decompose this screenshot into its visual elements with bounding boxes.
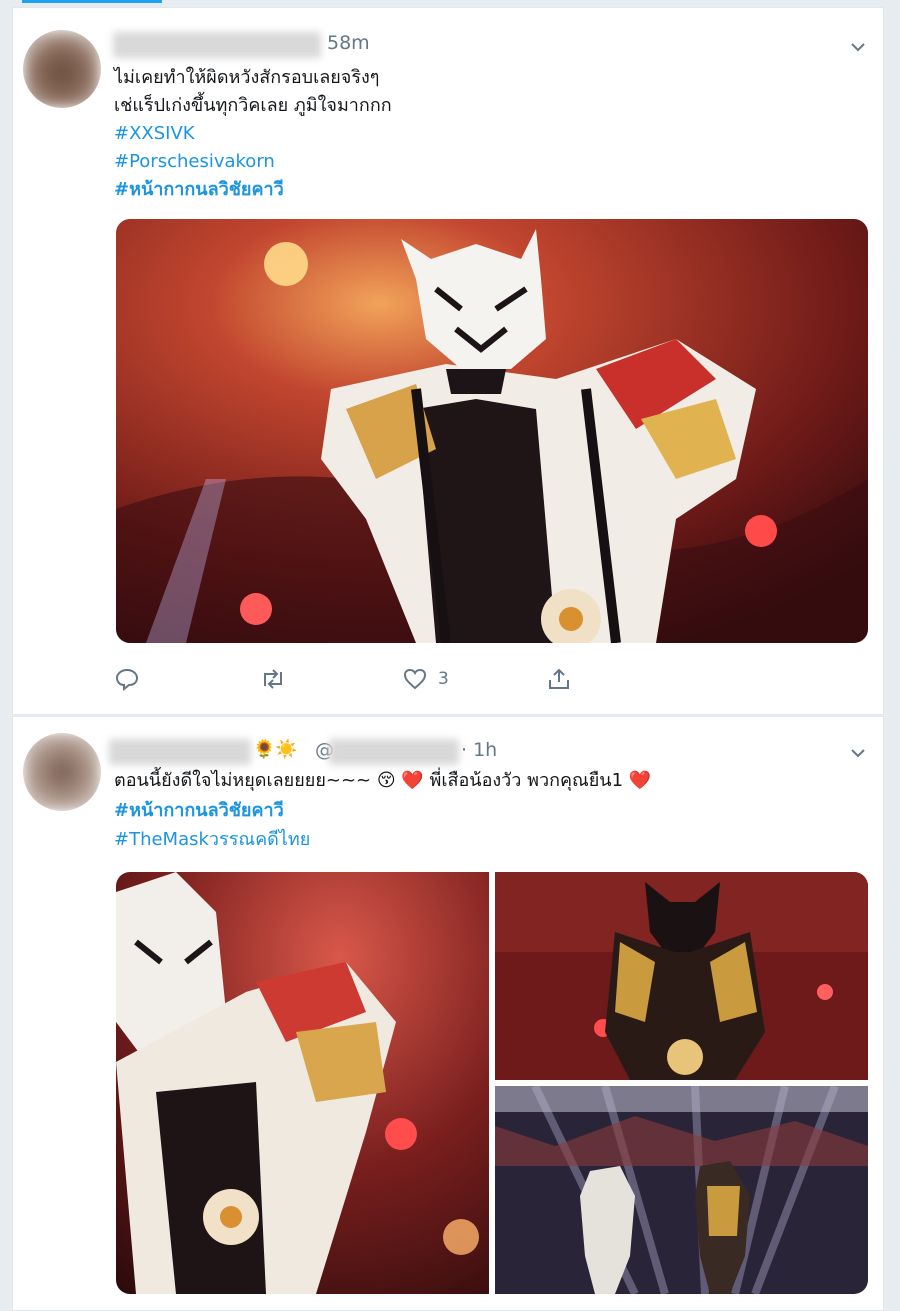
like-count: 3 bbox=[438, 669, 449, 689]
share-icon bbox=[549, 668, 569, 689]
hashtag-link[interactable]: #หน้ากากนลวิชัยคาวี bbox=[114, 176, 284, 204]
performer-photo bbox=[116, 219, 868, 643]
performer-photo bbox=[116, 872, 489, 1294]
hashtag-link[interactable]: #XXSIVK bbox=[114, 120, 195, 148]
avatar[interactable] bbox=[23, 733, 101, 811]
retweet-icon bbox=[264, 669, 282, 689]
performer-photo bbox=[495, 872, 868, 1080]
reply-icon bbox=[115, 668, 139, 692]
name-emoji: 🌻☀️ bbox=[253, 739, 298, 760]
handle-redacted bbox=[329, 739, 459, 765]
share-button[interactable] bbox=[546, 666, 572, 692]
retweet-button[interactable] bbox=[259, 666, 297, 692]
tweet-text-line: ไม่เคยทำให้ผิดหวังสักรอบเลยจริงๆ bbox=[114, 67, 380, 88]
hashtag-link[interactable]: #TheMaskวรรณคดีไทย bbox=[114, 826, 310, 854]
author-name-redacted bbox=[113, 32, 321, 58]
tweet-actions: 3 bbox=[114, 666, 584, 694]
chevron-down-icon[interactable] bbox=[849, 744, 867, 762]
author-name-redacted bbox=[109, 739, 251, 765]
tweet-time[interactable]: · 1h bbox=[461, 739, 497, 761]
tweet-text-line: ตอนนี้ยังดีใจไม่หยุดเลยยยย~~~ 😚 ❤️ พี่เส… bbox=[114, 770, 652, 791]
avatar[interactable] bbox=[23, 30, 101, 108]
heart-icon bbox=[403, 668, 427, 690]
chevron-down-icon[interactable] bbox=[849, 38, 867, 56]
tweet-time[interactable]: 58m bbox=[327, 32, 370, 54]
tweet-photo[interactable] bbox=[495, 872, 868, 1080]
tweet-text-line: เช่แร็ปเก่งขึ้นทุกวิคเลย ภูมิใจมากกก bbox=[114, 95, 392, 116]
top-bar bbox=[0, 0, 900, 6]
reply-button[interactable] bbox=[114, 666, 150, 692]
tweet-photo[interactable] bbox=[116, 872, 489, 1294]
tweet-photo[interactable] bbox=[116, 219, 868, 643]
tweet-card[interactable]: 58m ไม่เคยทำให้ผิดหวังสักรอบเลยจริงๆ เช่… bbox=[12, 7, 884, 715]
tweet-card[interactable]: 🌻☀️ @ · 1h ตอนนี้ยังดีใจไม่หยุดเลยยยย~~~… bbox=[12, 716, 884, 1311]
stage-photo bbox=[495, 1086, 868, 1294]
tweet-photo-grid bbox=[116, 872, 868, 1294]
hashtag-link[interactable]: #Porschesivakorn bbox=[114, 148, 275, 176]
like-button[interactable]: 3 bbox=[402, 666, 449, 692]
active-tab-indicator bbox=[22, 0, 162, 3]
tweet-photo[interactable] bbox=[495, 1086, 868, 1294]
hashtag-link[interactable]: #หน้ากากนลวิชัยคาวี bbox=[114, 797, 284, 825]
